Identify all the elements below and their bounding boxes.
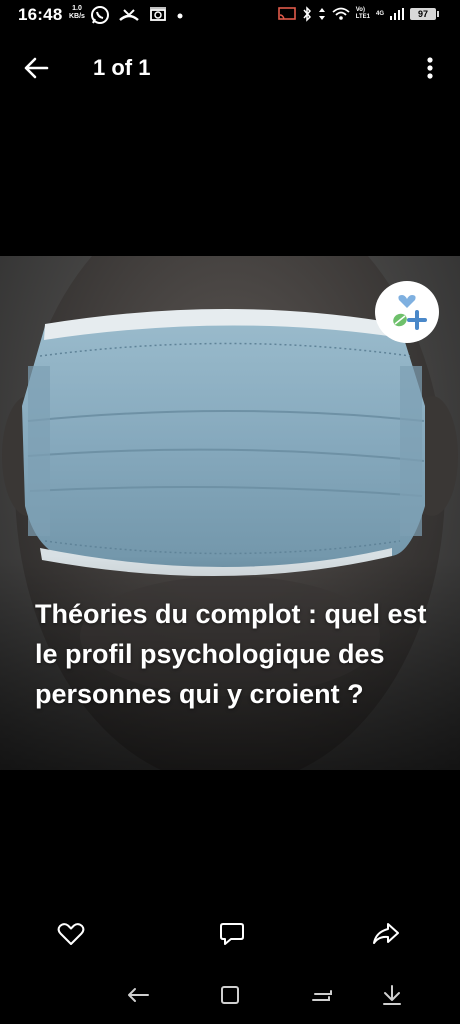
status-time: 16:48 bbox=[18, 5, 63, 24]
status-bar: 16:48 1.0 KB/s Vo) LTE1 4G 97 bbox=[0, 0, 460, 32]
missed-call-icon bbox=[119, 9, 139, 21]
top-app-bar: 1 of 1 bbox=[0, 40, 460, 96]
nav-home-button[interactable] bbox=[210, 978, 250, 1012]
volte-label-bottom: LTE1 bbox=[355, 14, 370, 20]
nav-home-icon bbox=[221, 986, 239, 1004]
nav-hide-keyboard-button[interactable] bbox=[372, 978, 412, 1012]
signal-icon bbox=[390, 8, 404, 20]
heart-icon bbox=[57, 923, 85, 945]
add-to-favorites-badge[interactable] bbox=[375, 281, 439, 343]
bluetooth-icon bbox=[303, 6, 311, 22]
comment-button[interactable] bbox=[212, 916, 252, 952]
volte-label: Vo) LTE1 bbox=[356, 7, 370, 21]
post-image[interactable]: Théories du complot : quel est le profil… bbox=[0, 256, 460, 770]
nav-down-arrow-icon bbox=[383, 985, 401, 1005]
wifi-icon bbox=[332, 7, 350, 20]
alarm-icon bbox=[150, 7, 166, 21]
arrow-left-icon bbox=[24, 57, 49, 79]
cast-icon bbox=[277, 7, 296, 20]
nav-recents-button[interactable] bbox=[302, 978, 342, 1012]
like-button[interactable] bbox=[51, 916, 91, 952]
battery-icon: 97 bbox=[410, 8, 439, 20]
system-navigation-bar bbox=[0, 970, 460, 1020]
nav-back-icon bbox=[128, 988, 149, 1002]
notification-dot-icon bbox=[177, 13, 183, 19]
network-type: 4G bbox=[375, 10, 384, 17]
more-options-button[interactable] bbox=[416, 52, 444, 84]
network-speed-unit: KB/s bbox=[69, 13, 85, 20]
nav-recents-icon bbox=[312, 990, 332, 1001]
heart-plus-badge-icon bbox=[393, 295, 427, 330]
share-icon bbox=[373, 923, 399, 944]
back-button[interactable] bbox=[16, 52, 56, 84]
data-transfer-icon bbox=[318, 8, 325, 20]
post-action-bar bbox=[0, 910, 460, 958]
nav-back-button[interactable] bbox=[118, 978, 158, 1012]
page-counter: 1 of 1 bbox=[93, 55, 151, 80]
volte-label-top: Vo) bbox=[355, 7, 365, 13]
post-headline: Théories du complot : quel est le profil… bbox=[35, 599, 427, 709]
battery-level: 97 bbox=[417, 9, 428, 19]
network-speed-value: 1.0 bbox=[72, 5, 82, 12]
more-vertical-icon bbox=[427, 57, 433, 79]
network-speed: 1.0 KB/s bbox=[69, 5, 85, 21]
share-button[interactable] bbox=[366, 916, 406, 952]
comment-icon bbox=[220, 923, 244, 945]
whatsapp-icon bbox=[91, 6, 109, 24]
